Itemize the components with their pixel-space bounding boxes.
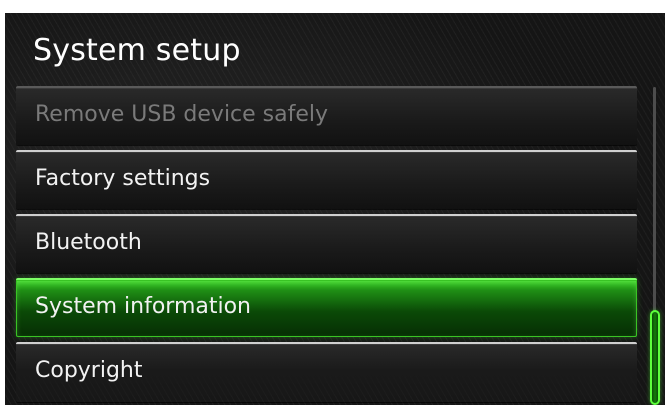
system-setup-menu: Remove USB device safely Factory setting… <box>16 86 637 405</box>
menu-item-system-information[interactable]: System information <box>16 278 637 337</box>
menu-item-copyright[interactable]: Copyright <box>16 342 637 402</box>
menu-item-label: Bluetooth <box>35 230 142 255</box>
menu-item-remove-usb-device[interactable]: Remove USB device safely <box>16 86 637 145</box>
menu-item-label: Factory settings <box>35 166 211 191</box>
scrollbar-thumb[interactable] <box>650 310 660 405</box>
menu-item-factory-settings[interactable]: Factory settings <box>16 150 637 209</box>
menu-item-bluetooth[interactable]: Bluetooth <box>16 214 637 273</box>
menu-item-label: Remove USB device safely <box>35 102 329 127</box>
menu-item-label: System information <box>35 294 252 319</box>
page-title: System setup <box>33 33 241 68</box>
system-setup-screen: System setup Remove USB device safely Fa… <box>5 13 665 405</box>
menu-scrollbar[interactable] <box>650 87 660 405</box>
menu-item-label: Copyright <box>35 358 143 383</box>
